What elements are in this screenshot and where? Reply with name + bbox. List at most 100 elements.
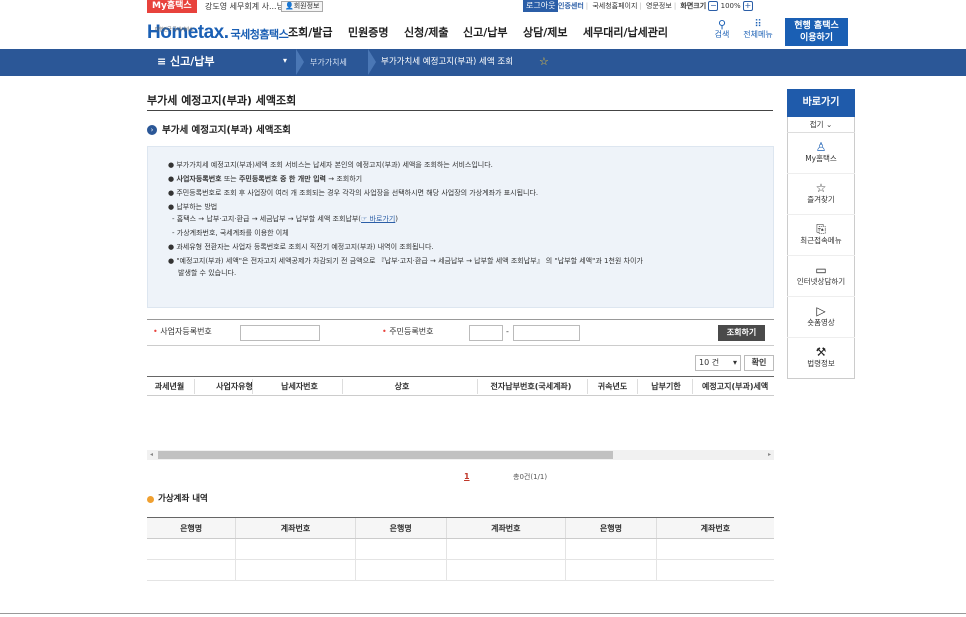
user-info-label: 회원정보	[293, 2, 320, 10]
col-attribution-year[interactable]: 귀속년도	[590, 381, 635, 392]
scroll-right-icon[interactable]: ▸	[768, 450, 771, 460]
bizno-input[interactable]	[240, 325, 320, 341]
search-button[interactable]: ⚲ 검색	[712, 18, 732, 40]
play-icon: ▷	[816, 304, 826, 318]
column-divider	[637, 379, 638, 394]
guide-line-5: - 홈택스 → 납부·고지·환급 → 세금납부 → 납부할 세액 조회납부(☞ …	[172, 215, 398, 224]
menu-category-select[interactable]: ≡ 신고/납부	[157, 55, 215, 69]
gnb-inquiry[interactable]: 조회/발급	[288, 26, 333, 40]
search-icon: ⚲	[717, 18, 727, 31]
nts-homepage-link[interactable]: 국세청홈페이지	[592, 2, 637, 10]
quick-menu-fold-button[interactable]: 접기 ⌄	[787, 117, 855, 133]
quick-law-info[interactable]: ⚒ 법령정보	[787, 339, 855, 379]
hometax-logo[interactable]: 대한민국 국세서비스 Hometax. 국세청홈택스	[147, 21, 289, 45]
col-company-name[interactable]: 상호	[347, 381, 457, 392]
user-info-button[interactable]: 👤회원정보	[281, 1, 324, 12]
resno-label: • 주민등록번호	[382, 326, 433, 338]
all-menu-label: 전체메뉴	[743, 30, 773, 39]
logout-button[interactable]: 로그아웃	[523, 0, 559, 12]
resno-back-input[interactable]	[513, 325, 580, 341]
guide-line-9: 발생할 수 있습니다.	[178, 269, 237, 277]
guide-box: ● 부가가치세 예정고지(부과)세액 조회 서비스는 납세자 본인의 예정고지(…	[147, 146, 774, 308]
grid-header-row: 과세년월 사업자유형 납세자번호 상호 전자납부번호(국세계좌) 귀속년도 납부…	[147, 377, 774, 396]
guide-or-text: 또는	[221, 175, 239, 183]
gnb-report-payment[interactable]: 신고/납부	[463, 26, 508, 40]
col-scheduled-tax[interactable]: 예정고지(부과)세액	[702, 381, 774, 392]
my-hometax-button[interactable]: My홈택스	[147, 0, 197, 13]
chevron-down-icon: ▾	[732, 358, 737, 367]
column-divider	[587, 379, 588, 394]
guide-bizno-text: ● 사업자등록번호	[168, 175, 222, 183]
quick-favorites[interactable]: ☆ 즐겨찾기	[787, 175, 855, 215]
zoom-label: 화면크기	[680, 2, 707, 10]
user-icon: 👤	[285, 2, 294, 10]
col-account-no: 계좌번호	[445, 517, 566, 539]
table-header-row: 은행명 계좌번호 은행명 계좌번호 은행명 계좌번호	[147, 517, 774, 539]
gnb-application[interactable]: 신청/제출	[404, 26, 449, 40]
breadcrumb-current: 부가가치세 예정고지(부과) 세액 조회	[381, 57, 514, 67]
column-divider	[692, 379, 693, 394]
section-arrow-icon: ›	[147, 125, 157, 135]
quick-menu-title: 바로가기	[787, 89, 855, 117]
col-tax-month[interactable]: 과세년월	[147, 381, 192, 392]
gnb-consult[interactable]: 상담/제보	[523, 26, 568, 40]
user-name: 강도영 세무회계 사...님	[205, 2, 284, 11]
shortcut-link[interactable]: ☞ 바로가기	[361, 215, 395, 223]
col-e-payment-no[interactable]: 전자납부번호(국세계좌)	[481, 381, 581, 392]
page-size-select[interactable]: 10 건 ▾	[695, 355, 741, 371]
favorite-star-icon[interactable]: ☆	[539, 55, 549, 68]
col-account-no: 계좌번호	[655, 517, 774, 539]
zoom-out-button[interactable]: −	[708, 1, 719, 11]
utility-links: 인증센터 | 국세청홈페이지 | 영문정보 | 화면크기 − 100% +	[558, 1, 753, 11]
zoom-in-button[interactable]: +	[742, 1, 753, 11]
breadcrumb-vat[interactable]: 부가가치세	[310, 58, 347, 68]
required-mark-icon: •	[153, 327, 158, 336]
resno-dash: -	[506, 327, 509, 336]
quick-recent-menu[interactable]: ⎘ 최근접속메뉴	[787, 216, 855, 256]
monitor-icon: ▭	[815, 263, 827, 277]
recent-icon: ⎘	[816, 222, 826, 236]
col-bank-name: 은행명	[147, 517, 236, 539]
quick-short-video[interactable]: ▷ 숏폼영상	[787, 298, 855, 338]
all-menu-button[interactable]: ⠿ 전체메뉴	[741, 20, 775, 40]
footer-divider	[0, 613, 966, 614]
column-divider	[252, 379, 253, 394]
gnb-certificate[interactable]: 민원증명	[348, 26, 388, 40]
logo-tagline: 대한민국 국세서비스	[155, 27, 193, 33]
guide-submit-text: → 조회하기	[326, 175, 363, 183]
guide-line-7: ● 과세유형 전환자는 사업자 등록번호로 조회시 직전기 예정고지(부과) 내…	[168, 243, 434, 251]
breadcrumb-separator	[368, 49, 376, 75]
resno-front-input[interactable]	[469, 325, 503, 341]
quick-my-hometax[interactable]: ♙ My홈택스	[787, 134, 855, 174]
col-due-date[interactable]: 납부기한	[642, 381, 690, 392]
cert-center-link[interactable]: 인증센터	[558, 2, 584, 10]
search-submit-button[interactable]: 조회하기	[718, 325, 765, 341]
scroll-left-icon[interactable]: ◂	[150, 450, 153, 460]
quick-online-consult[interactable]: ▭ 인터넷상담하기	[787, 257, 855, 297]
gavel-icon: ⚒	[815, 345, 827, 359]
page-title: 부가세 예정고지(부과) 세액조회	[147, 94, 297, 107]
virtual-account-title: 가상계좌 내역	[158, 494, 208, 504]
guide-line-6: - 가상계좌번호, 국세계좌를 이용한 이체	[172, 229, 289, 237]
pagination-page-1[interactable]: 1	[464, 472, 470, 481]
current-hometax-button[interactable]: 현행 홈택스 이용하기	[785, 18, 848, 46]
column-divider	[194, 379, 195, 394]
scrollbar-thumb[interactable]	[158, 451, 613, 459]
chevron-down-icon[interactable]: ▾	[283, 56, 287, 65]
col-taxpayer-no[interactable]: 납세자번호	[257, 381, 342, 392]
zoom-value: 100%	[720, 2, 741, 10]
quick-item-label: 법령정보	[807, 359, 835, 368]
guide-pay-path-end: )	[395, 215, 399, 223]
form-top-border	[147, 319, 774, 320]
confirm-button[interactable]: 확인	[744, 355, 774, 371]
bizno-label: • 사업자등록번호	[153, 326, 212, 338]
guide-line-1: ● 부가가치세 예정고지(부과)세액 조회 서비스는 납세자 본인의 예정고지(…	[168, 161, 493, 169]
english-link[interactable]: 영문정보	[646, 2, 672, 10]
column-divider	[477, 379, 478, 394]
quick-item-label: 즐겨찾기	[807, 195, 835, 204]
col-bank-name: 은행명	[354, 517, 447, 539]
quick-item-label: My홈택스	[805, 154, 837, 163]
gnb-tax-agent[interactable]: 세무대리/납세관리	[583, 26, 668, 40]
col-account-no: 계좌번호	[235, 517, 356, 539]
top-utility-bar	[0, 0, 966, 14]
